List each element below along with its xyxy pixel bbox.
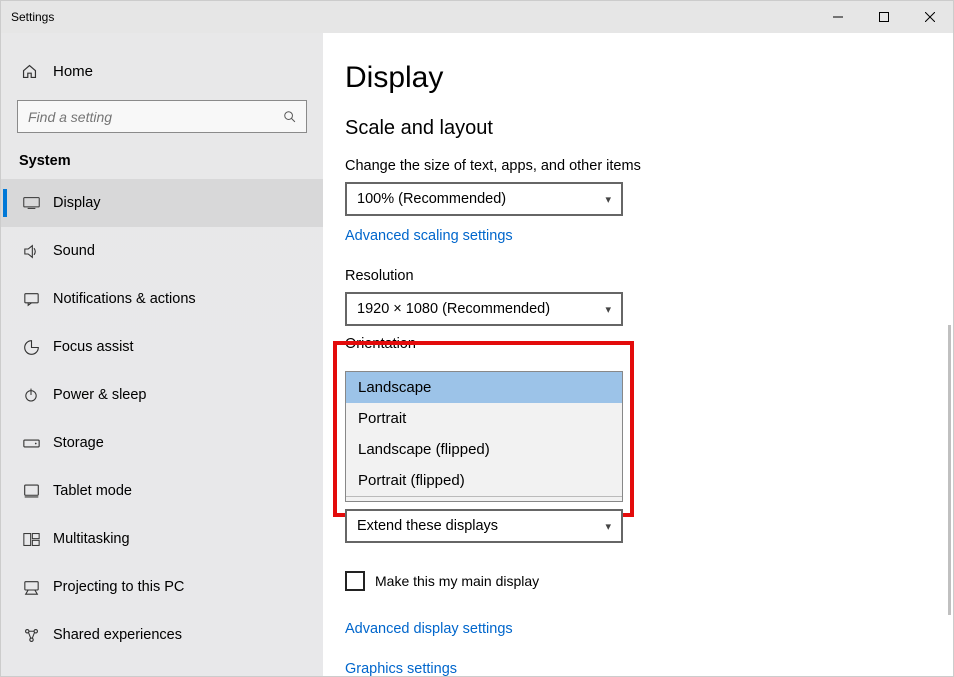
- scale-layout-heading: Scale and layout: [345, 117, 953, 140]
- chevron-down-icon: ▾: [605, 193, 611, 206]
- search-box[interactable]: [17, 100, 307, 133]
- page-title: Display: [345, 61, 953, 95]
- body: Home System Display Sound: [1, 33, 953, 676]
- nav-item-display[interactable]: Display: [1, 179, 323, 227]
- nav-item-label: Focus assist: [53, 339, 134, 355]
- tablet-icon: [21, 484, 41, 498]
- advanced-display-link[interactable]: Advanced display settings: [345, 621, 513, 637]
- orientation-popup: Landscape Portrait Landscape (flipped) P…: [345, 371, 623, 502]
- shared-icon: [21, 627, 41, 644]
- orientation-option-landscape-flipped[interactable]: Landscape (flipped): [346, 434, 622, 465]
- nav-item-label: Tablet mode: [53, 483, 132, 499]
- checkbox-box[interactable]: [345, 571, 365, 591]
- close-button[interactable]: [907, 1, 953, 33]
- sound-icon: [21, 244, 41, 259]
- titlebar: Settings: [1, 1, 953, 33]
- nav-item-storage[interactable]: Storage: [1, 419, 323, 467]
- main-display-checkbox-row[interactable]: Make this my main display: [345, 571, 539, 591]
- nav-item-power-sleep[interactable]: Power & sleep: [1, 371, 323, 419]
- focus-icon: [21, 339, 41, 356]
- multitask-icon: [21, 532, 41, 547]
- nav-item-focus-assist[interactable]: Focus assist: [1, 323, 323, 371]
- nav-list: Display Sound Notifications & actions Fo…: [1, 179, 323, 659]
- nav-item-notifications[interactable]: Notifications & actions: [1, 275, 323, 323]
- minimize-button[interactable]: [815, 1, 861, 33]
- project-icon: [21, 580, 41, 595]
- nav-item-label: Display: [53, 195, 101, 211]
- chevron-down-icon: ▾: [605, 303, 611, 316]
- window-title: Settings: [1, 10, 815, 24]
- scale-value: 100% (Recommended): [357, 191, 506, 207]
- nav-item-tablet-mode[interactable]: Tablet mode: [1, 467, 323, 515]
- home-button[interactable]: Home: [1, 53, 323, 90]
- storage-icon: [21, 437, 41, 450]
- nav-item-label: Projecting to this PC: [53, 579, 184, 595]
- nav-item-label: Sound: [53, 243, 95, 259]
- multiple-displays-dropdown[interactable]: Extend these displays ▾: [345, 509, 623, 543]
- resolution-value: 1920 × 1080 (Recommended): [357, 301, 550, 317]
- multiple-displays-value: Extend these displays: [357, 518, 498, 534]
- graphics-settings-link[interactable]: Graphics settings: [345, 661, 457, 677]
- search-icon: [283, 110, 297, 124]
- scale-dropdown[interactable]: 100% (Recommended) ▾: [345, 182, 623, 216]
- orientation-option-landscape[interactable]: Landscape: [346, 372, 622, 403]
- orientation-label: Orientation: [345, 336, 953, 352]
- home-label: Home: [53, 63, 93, 80]
- home-icon: [21, 63, 41, 80]
- notifications-icon: [21, 292, 41, 307]
- orientation-option-portrait[interactable]: Portrait: [346, 403, 622, 434]
- advanced-scaling-link[interactable]: Advanced scaling settings: [345, 228, 513, 244]
- nav-item-sound[interactable]: Sound: [1, 227, 323, 275]
- nav-item-projecting[interactable]: Projecting to this PC: [1, 563, 323, 611]
- orientation-option-portrait-flipped[interactable]: Portrait (flipped): [346, 465, 622, 496]
- display-icon: [21, 196, 41, 210]
- nav-item-label: Multitasking: [53, 531, 130, 547]
- nav-item-shared[interactable]: Shared experiences: [1, 611, 323, 659]
- sidebar: Home System Display Sound: [1, 33, 323, 676]
- maximize-button[interactable]: [861, 1, 907, 33]
- scrollbar[interactable]: [948, 325, 951, 615]
- system-section-label: System: [1, 147, 323, 179]
- resolution-dropdown[interactable]: 1920 × 1080 (Recommended) ▾: [345, 292, 623, 326]
- scale-label: Change the size of text, apps, and other…: [345, 158, 953, 174]
- window-controls: [815, 1, 953, 33]
- nav-item-label: Notifications & actions: [53, 291, 196, 307]
- main-content: Display Scale and layout Change the size…: [323, 33, 953, 676]
- main-display-checkbox-label: Make this my main display: [375, 573, 539, 589]
- resolution-label: Resolution: [345, 268, 953, 284]
- power-icon: [21, 387, 41, 403]
- nav-item-multitasking[interactable]: Multitasking: [1, 515, 323, 563]
- nav-item-label: Shared experiences: [53, 627, 182, 643]
- chevron-down-icon: ▾: [605, 520, 611, 533]
- nav-item-label: Power & sleep: [53, 387, 147, 403]
- search-input[interactable]: [17, 100, 307, 133]
- nav-item-label: Storage: [53, 435, 104, 451]
- settings-window: Settings Home: [0, 0, 954, 677]
